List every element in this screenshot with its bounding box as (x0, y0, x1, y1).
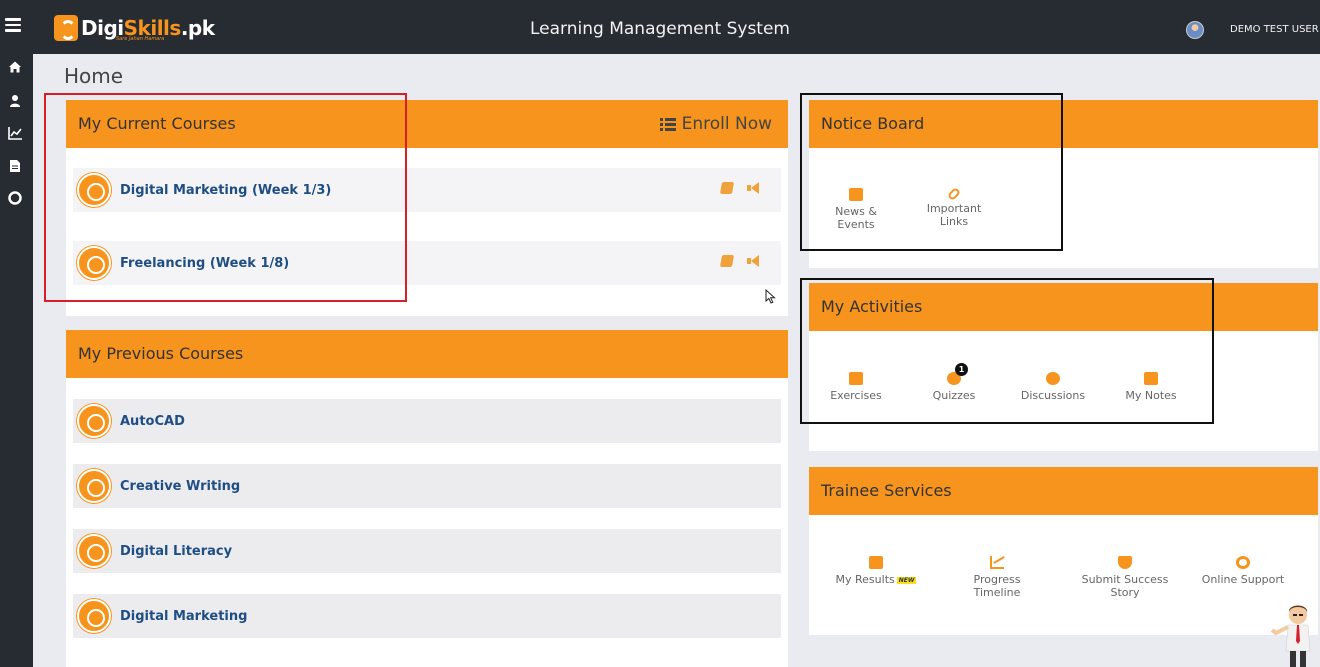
quizzes-tile[interactable]: Quizzes (926, 372, 982, 402)
link-icon (946, 186, 962, 202)
comments-icon (1046, 372, 1060, 385)
support-mascot[interactable] (1268, 603, 1320, 667)
notice-board-header: Notice Board (809, 100, 1318, 148)
course-globe-icon (77, 599, 111, 633)
page-title: Home (64, 64, 124, 88)
previous-courses-panel: My Previous Courses AutoCAD Creative Wri… (66, 330, 788, 667)
previous-course-row[interactable]: Digital Marketing (73, 594, 781, 638)
tile-label: Online Support (1201, 573, 1285, 586)
digiskills-logo[interactable]: DigiSkills.pk Sare Jahan Hamara (54, 12, 215, 44)
easel-icon (849, 188, 863, 201)
lifebuoy-icon (1236, 556, 1250, 569)
course-name[interactable]: Freelancing (Week 1/8) (120, 256, 289, 271)
user-name[interactable]: DEMO TEST USER (1230, 24, 1319, 35)
course-autocad-icon (77, 404, 111, 438)
quiz-count-badge: 1 (955, 363, 968, 376)
enroll-now-button[interactable]: Enroll Now (659, 100, 772, 148)
trainee-services-panel: Trainee Services My Results NEW Progress … (809, 467, 1318, 635)
trainee-services-title: Trainee Services (821, 481, 952, 500)
bullhorn-icon[interactable] (747, 182, 761, 194)
current-courses-title: My Current Courses (78, 114, 236, 133)
lifebuoy-icon[interactable] (7, 191, 23, 207)
news-events-tile[interactable]: News & Events (819, 188, 893, 231)
tile-label: News & Events (835, 205, 877, 231)
activities-header: My Activities (809, 283, 1318, 331)
note-icon (1144, 372, 1158, 385)
trainee-services-header: Trainee Services (809, 467, 1318, 515)
progress-timeline-tile[interactable]: Progress Timeline (949, 556, 1045, 599)
tile-label: My Results (835, 573, 895, 586)
course-writing-icon (77, 469, 111, 503)
course-name[interactable]: AutoCAD (120, 414, 185, 429)
user-icon[interactable] (7, 94, 23, 110)
book-icon[interactable] (719, 255, 735, 267)
previous-courses-title: My Previous Courses (78, 344, 244, 363)
current-course-row[interactable]: Freelancing (Week 1/8) (73, 241, 781, 285)
tile-label: Discussions (1020, 389, 1086, 402)
current-course-row[interactable]: Digital Marketing (Week 1/3) (73, 168, 781, 212)
my-results-tile[interactable]: My Results NEW (831, 556, 921, 586)
course-freelancer-icon (77, 246, 111, 280)
online-support-tile[interactable]: Online Support (1201, 556, 1285, 586)
course-name[interactable]: Creative Writing (120, 479, 240, 494)
submit-success-story-tile[interactable]: Submit Success Story (1067, 556, 1183, 599)
enroll-now-label: Enroll Now (681, 114, 772, 134)
sidebar (0, 54, 33, 667)
course-name[interactable]: Digital Marketing (Week 1/3) (120, 183, 331, 198)
logo-tagline: Sare Jahan Hamara (116, 36, 165, 42)
notice-board-title: Notice Board (821, 114, 925, 133)
notice-board-panel: Notice Board News & Events Important Lin… (809, 100, 1318, 268)
bullhorn-icon[interactable] (747, 255, 761, 267)
current-courses-panel: My Current Courses Enroll Now Digital Ma… (66, 100, 788, 316)
tile-label: Quizzes (932, 389, 976, 402)
tile-label: Progress Timeline (973, 573, 1021, 599)
tile-label: My Notes (1125, 389, 1177, 402)
course-name[interactable]: Digital Marketing (120, 609, 247, 624)
activities-title: My Activities (821, 297, 923, 316)
trophy-icon (1118, 556, 1132, 569)
line-chart-icon (990, 556, 1004, 569)
chart-icon[interactable] (7, 126, 23, 142)
logo-mark-icon (54, 15, 78, 41)
previous-course-row[interactable]: Digital Literacy (73, 529, 781, 573)
new-badge: NEW (896, 576, 917, 584)
discussions-tile[interactable]: Discussions (1019, 372, 1087, 402)
tile-label: Important Links (926, 202, 982, 228)
previous-course-row[interactable]: Creative Writing (73, 464, 781, 508)
user-avatar[interactable] (1186, 21, 1204, 39)
credit-card-icon (849, 372, 863, 385)
list-icon (659, 117, 676, 131)
my-notes-tile[interactable]: My Notes (1123, 372, 1179, 402)
previous-course-row[interactable]: AutoCAD (73, 399, 781, 443)
course-literacy-icon (77, 534, 111, 568)
exercises-tile[interactable]: Exercises (825, 372, 887, 402)
activities-panel: My Activities Exercises Quizzes Discussi… (809, 283, 1318, 451)
document-icon[interactable] (7, 159, 23, 175)
home-icon[interactable] (7, 60, 23, 76)
menu-icon[interactable] (5, 18, 21, 32)
results-icon (869, 556, 883, 569)
current-courses-header: My Current Courses Enroll Now (66, 100, 788, 148)
course-globe-icon (77, 173, 111, 207)
important-links-tile[interactable]: Important Links (912, 186, 996, 228)
previous-courses-header: My Previous Courses (66, 330, 788, 378)
top-bar: DigiSkills.pk Sare Jahan Hamara Learning… (0, 0, 1320, 54)
tile-label: Exercises (830, 389, 882, 402)
course-name[interactable]: Digital Literacy (120, 544, 232, 559)
tile-label: Submit Success Story (1081, 573, 1169, 599)
book-icon[interactable] (719, 182, 735, 194)
